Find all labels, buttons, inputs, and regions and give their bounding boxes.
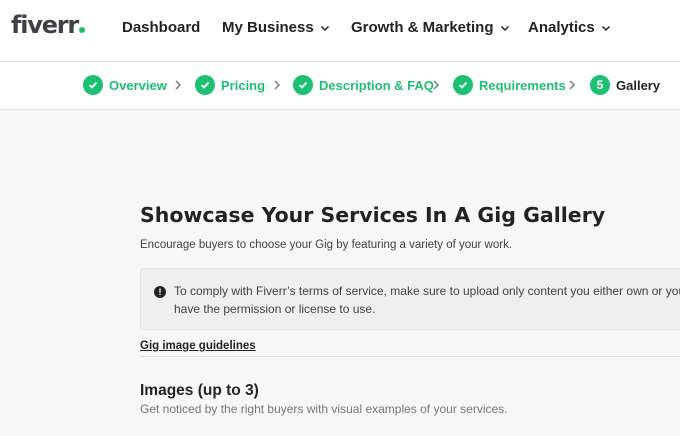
step-overview-label: Overview: [109, 77, 167, 93]
gig-image-guidelines-link[interactable]: Gig image guidelines: [140, 340, 256, 352]
divider: [140, 356, 680, 357]
check-icon: [195, 75, 215, 95]
nav-growth-marketing[interactable]: Growth & Marketing: [351, 19, 510, 36]
terms-notice-text: To comply with Fiverr’s terms of service…: [174, 284, 680, 316]
top-navigation: fiverr Dashboard My Business Growth & Ma…: [0, 0, 680, 62]
chevron-right-icon: [274, 80, 280, 90]
check-icon: [453, 75, 473, 95]
check-icon: [293, 75, 313, 95]
fiverr-logo[interactable]: fiverr: [11, 11, 86, 39]
chevron-down-icon: [601, 25, 610, 31]
nav-analytics-label: Analytics: [528, 19, 595, 36]
step-pricing-label: Pricing: [221, 77, 266, 93]
gig-progress-steps: Overview Pricing Description & FAQ Requi…: [0, 62, 680, 110]
step-description-faq[interactable]: Description & FAQ: [293, 75, 434, 95]
info-icon: !: [154, 286, 166, 298]
chevron-right-icon: [175, 80, 181, 90]
step-requirements[interactable]: Requirements: [453, 75, 566, 95]
nav-my-business-label: My Business: [222, 19, 314, 36]
logo-dot: [79, 27, 86, 33]
step-description-faq-label: Description & FAQ: [319, 77, 434, 93]
chevron-right-icon: [569, 80, 575, 90]
nav-dashboard[interactable]: Dashboard: [122, 19, 200, 36]
images-section-subtitle: Get noticed by the right buyers with vis…: [140, 402, 508, 416]
chevron-down-icon: [500, 25, 509, 31]
nav-my-business[interactable]: My Business: [222, 19, 330, 36]
step-pricing[interactable]: Pricing: [195, 75, 265, 95]
step-number-badge: 5: [590, 75, 610, 95]
chevron-right-icon: [433, 80, 439, 90]
chevron-down-icon: [320, 25, 329, 31]
step-gallery-label: Gallery: [616, 77, 661, 93]
check-icon: [83, 75, 103, 95]
nav-analytics[interactable]: Analytics: [528, 19, 611, 36]
step-requirements-label: Requirements: [479, 77, 566, 93]
images-section-title: Images (up to 3): [140, 382, 259, 399]
step-gallery[interactable]: 5 Gallery: [590, 75, 660, 95]
terms-notice: ! To comply with Fiverr’s terms of servi…: [140, 268, 680, 330]
page-subtitle: Encourage buyers to choose your Gig by f…: [140, 239, 513, 251]
step-overview[interactable]: Overview: [83, 75, 167, 95]
page-title: Showcase Your Services In A Gig Gallery: [140, 203, 606, 227]
nav-dashboard-label: Dashboard: [122, 19, 201, 36]
nav-growth-marketing-label: Growth & Marketing: [351, 19, 494, 36]
